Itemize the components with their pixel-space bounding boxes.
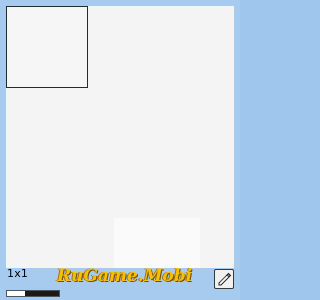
edit-button[interactable] [214, 269, 234, 289]
progress-bar [6, 290, 60, 297]
progress-fill [7, 291, 26, 296]
canvas-size-label: 1x1 [7, 267, 29, 280]
drawing-canvas[interactable] [6, 6, 234, 268]
preview-thumbnail[interactable] [6, 6, 88, 88]
canvas-shade [114, 218, 200, 268]
brand-logo: RuGame.Mobi [57, 266, 193, 286]
app-frame: 1x1 RuGame.Mobi [0, 0, 240, 300]
